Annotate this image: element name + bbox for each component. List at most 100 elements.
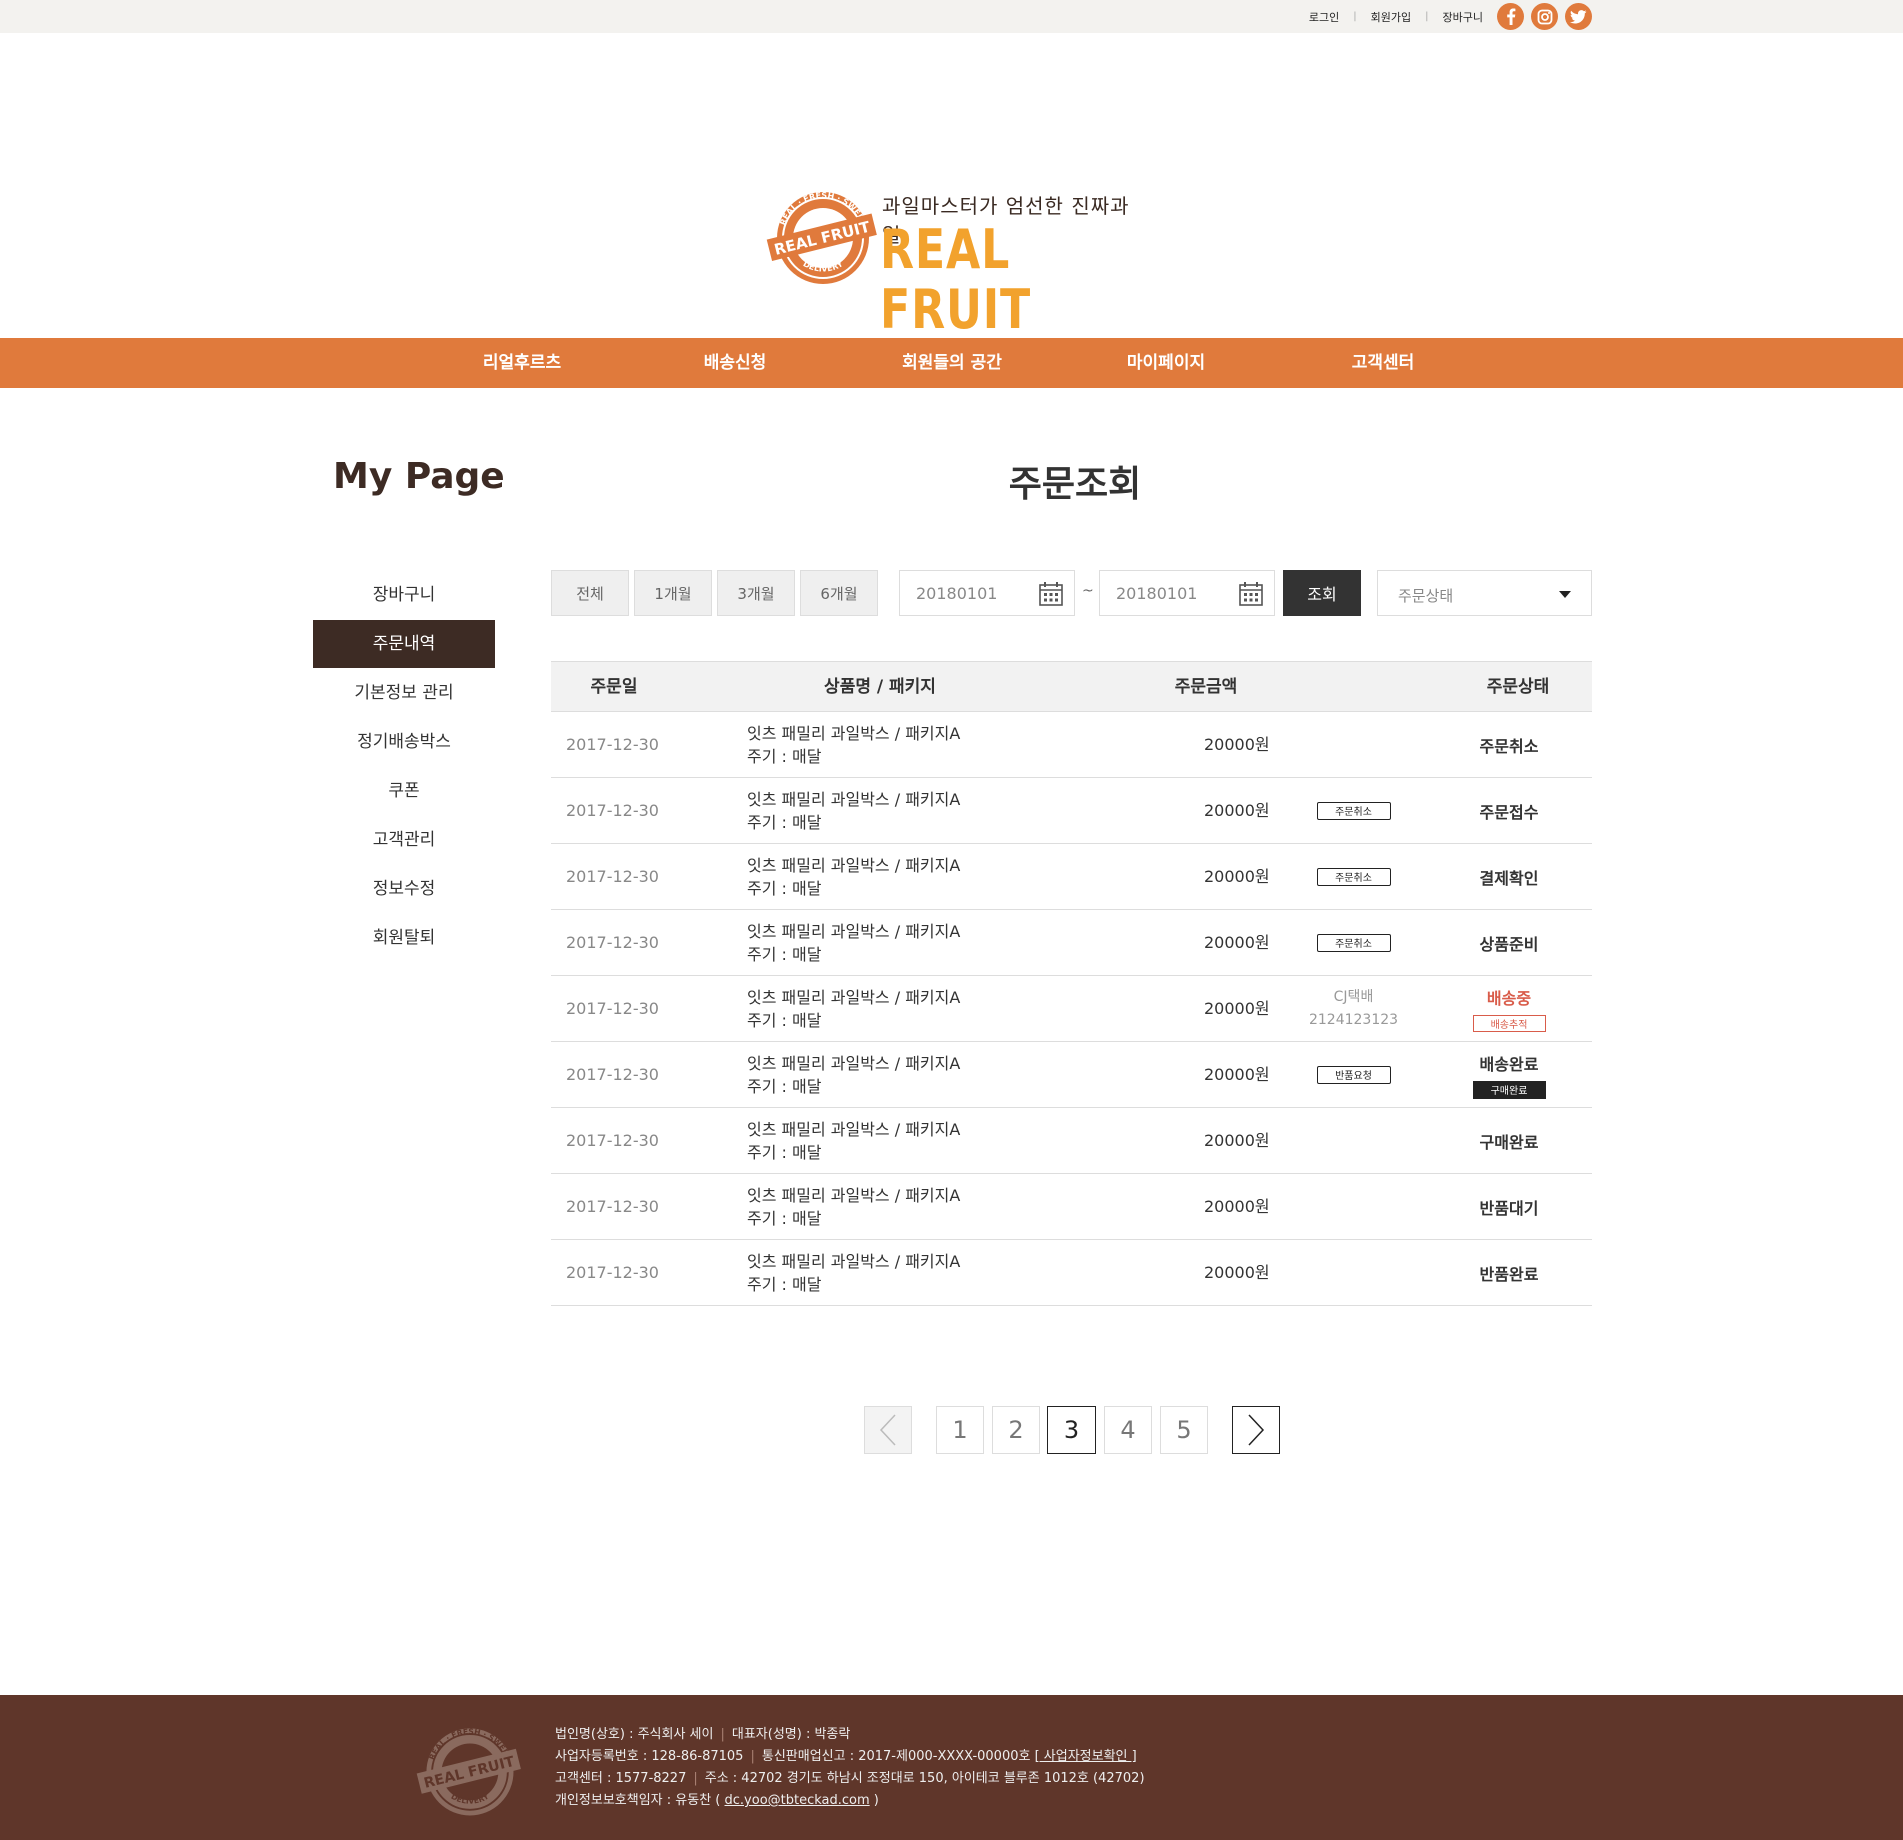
twitter-icon[interactable] <box>1565 3 1592 30</box>
order-date: 2017-12-30 <box>566 1131 659 1150</box>
divider: | <box>1425 11 1429 22</box>
sidebar-item-customer-management[interactable]: 고객관리 <box>313 816 495 864</box>
cart-link[interactable]: 장바구니 <box>1443 9 1483 25</box>
site-logo[interactable]: REAL · FRESH · SWEET DELIVERY REAL FRUIT… <box>766 186 1141 340</box>
header-product: 상품명 / 패키지 <box>824 677 936 697</box>
nav-item-members-space[interactable]: 회원들의 공간 <box>902 338 1002 388</box>
footer-privacy: 개인정보보호책임자 : 유동찬 ( <box>555 1793 721 1808</box>
privacy-email-link[interactable]: dc.yoo@tbteckad.com <box>725 1793 870 1808</box>
facebook-icon[interactable] <box>1497 3 1524 30</box>
table-row: 2017-12-30 잇츠 패밀리 과일박스 / 패키지A 주기 : 매달 200… <box>551 1174 1592 1240</box>
product-info[interactable]: 잇츠 패밀리 과일박스 / 패키지A 주기 : 매달 <box>747 788 960 834</box>
product-name: 잇츠 패밀리 과일박스 / 패키지A <box>747 1120 961 1139</box>
order-date: 2017-12-30 <box>566 999 659 1018</box>
date-range-separator: ~ <box>1082 583 1094 599</box>
login-link[interactable]: 로그인 <box>1309 9 1339 25</box>
order-amount: 20000원 <box>1204 933 1270 952</box>
order-status: 결제확인 <box>1479 868 1539 888</box>
logo-badge: REAL · FRESH · SWEET DELIVERY REAL FRUIT <box>766 191 877 284</box>
order-status: 배송완료 <box>1479 1054 1539 1074</box>
date-to-input[interactable] <box>1114 583 1224 604</box>
track-delivery-button[interactable]: 배송추적 <box>1472 1015 1546 1032</box>
page-4[interactable]: 4 <box>1104 1406 1152 1454</box>
order-amount: 20000원 <box>1204 867 1270 886</box>
search-button[interactable]: 조회 <box>1283 570 1361 616</box>
cancel-order-button[interactable]: 주문취소 <box>1316 801 1391 820</box>
product-info[interactable]: 잇츠 패밀리 과일박스 / 패키지A 주기 : 매달 <box>747 920 960 966</box>
sidebar-item-subscription-box[interactable]: 정기배송박스 <box>313 718 495 766</box>
period-1month-button[interactable]: 1개월 <box>634 570 712 616</box>
order-amount: 20000원 <box>1204 1065 1270 1084</box>
order-status-cell: 주문취소 <box>1469 712 1549 777</box>
sidebar-item-edit-info[interactable]: 정보수정 <box>313 865 495 913</box>
order-amount: 20000원 <box>1204 1197 1270 1216</box>
calendar-icon[interactable] <box>1238 581 1264 607</box>
page-3[interactable]: 3 <box>1047 1406 1096 1454</box>
order-status-cell: 반품완료 <box>1469 1240 1549 1305</box>
chevron-left-icon <box>879 1414 896 1446</box>
biz-info-check-link[interactable]: [ 사업자정보확인 ] <box>1035 1749 1137 1764</box>
date-from-input[interactable] <box>914 583 1024 604</box>
return-request-button[interactable]: 반품요청 <box>1316 1065 1391 1084</box>
order-status: 주문접수 <box>1479 802 1539 822</box>
order-status-cell: 결제확인 <box>1469 844 1549 909</box>
footer-address: 주소 : 42702 경기도 하남시 조정대로 150, 아이테코 블루존 10… <box>704 1771 1145 1786</box>
product-cycle: 주기 : 매달 <box>747 1077 822 1096</box>
order-date: 2017-12-30 <box>566 735 659 754</box>
sidebar-item-basic-info[interactable]: 기본정보 관리 <box>313 669 495 717</box>
social-links <box>1497 3 1592 30</box>
chevron-down-icon <box>1559 591 1571 598</box>
sidebar-item-coupon[interactable]: 쿠폰 <box>313 767 495 815</box>
product-info[interactable]: 잇츠 패밀리 과일박스 / 패키지A 주기 : 매달 <box>747 1052 960 1098</box>
cancel-order-button[interactable]: 주문취소 <box>1316 933 1391 952</box>
main-nav: 리얼후르츠 배송신청 회원들의 공간 마이페이지 고객센터 <box>0 338 1903 388</box>
action-cell: 반품요청 <box>1316 1042 1391 1107</box>
product-info[interactable]: 잇츠 패밀리 과일박스 / 패키지A 주기 : 매달 <box>747 1250 960 1296</box>
footer-logo-badge: REAL · FRESH · SWEET DELIVERY REAL FRUIT <box>416 1727 521 1816</box>
order-amount: 20000원 <box>1204 801 1270 820</box>
nav-item-my-page[interactable]: 마이페이지 <box>1127 338 1205 388</box>
prev-page-button[interactable] <box>864 1406 912 1454</box>
order-status-cell: 상품준비 <box>1469 910 1549 975</box>
order-status: 주문취소 <box>1479 736 1539 756</box>
period-all-button[interactable]: 전체 <box>551 570 629 616</box>
nav-item-real-fruits[interactable]: 리얼후르츠 <box>483 338 561 388</box>
product-name: 잇츠 패밀리 과일박스 / 패키지A <box>747 1054 961 1073</box>
nav-item-delivery-request[interactable]: 배송신청 <box>704 338 767 388</box>
table-row: 2017-12-30 잇츠 패밀리 과일박스 / 패키지A 주기 : 매달 200… <box>551 1240 1592 1306</box>
product-info[interactable]: 잇츠 패밀리 과일박스 / 패키지A 주기 : 매달 <box>747 1118 960 1164</box>
page-2[interactable]: 2 <box>992 1406 1040 1454</box>
product-cycle: 주기 : 매달 <box>747 1011 822 1030</box>
logo-wordmark: REAL FRUIT <box>880 218 1032 341</box>
product-info[interactable]: 잇츠 패밀리 과일박스 / 패키지A 주기 : 매달 <box>747 722 960 768</box>
product-cycle: 주기 : 매달 <box>747 1209 822 1228</box>
period-6month-button[interactable]: 6개월 <box>800 570 878 616</box>
sidebar-item-withdraw[interactable]: 회원탈퇴 <box>313 914 495 962</box>
product-info[interactable]: 잇츠 패밀리 과일박스 / 패키지A 주기 : 매달 <box>747 986 960 1032</box>
order-status: 반품완료 <box>1479 1264 1539 1284</box>
footer-cs: 고객센터 : 1577-8227 <box>555 1771 687 1786</box>
calendar-icon[interactable] <box>1038 581 1064 607</box>
date-from-field <box>899 570 1075 616</box>
page-5[interactable]: 5 <box>1160 1406 1208 1454</box>
purchase-confirm-button[interactable]: 구매완료 <box>1472 1080 1546 1099</box>
period-3month-button[interactable]: 3개월 <box>717 570 795 616</box>
cancel-order-button[interactable]: 주문취소 <box>1316 867 1391 886</box>
order-date: 2017-12-30 <box>566 801 659 820</box>
page-title: 주문조회 <box>1008 464 1142 505</box>
sidebar-item-cart[interactable]: 장바구니 <box>313 571 495 619</box>
action-cell: 주문취소 <box>1316 778 1391 843</box>
product-info[interactable]: 잇츠 패밀리 과일박스 / 패키지A 주기 : 매달 <box>747 854 960 900</box>
divider: | <box>1353 11 1357 22</box>
order-status-select[interactable]: 주문상태 <box>1377 570 1592 616</box>
product-info[interactable]: 잇츠 패밀리 과일박스 / 패키지A 주기 : 매달 <box>747 1184 960 1230</box>
sidebar-item-order-history[interactable]: 주문내역 <box>313 620 495 668</box>
nav-item-customer-center[interactable]: 고객센터 <box>1352 338 1415 388</box>
instagram-icon[interactable] <box>1531 3 1558 30</box>
join-link[interactable]: 회원가입 <box>1371 9 1411 25</box>
next-page-button[interactable] <box>1232 1406 1280 1454</box>
table-row: 2017-12-30 잇츠 패밀리 과일박스 / 패키지A 주기 : 매달 200… <box>551 1042 1592 1108</box>
page-1[interactable]: 1 <box>936 1406 984 1454</box>
order-date: 2017-12-30 <box>566 1065 659 1084</box>
order-date: 2017-12-30 <box>566 1263 659 1282</box>
